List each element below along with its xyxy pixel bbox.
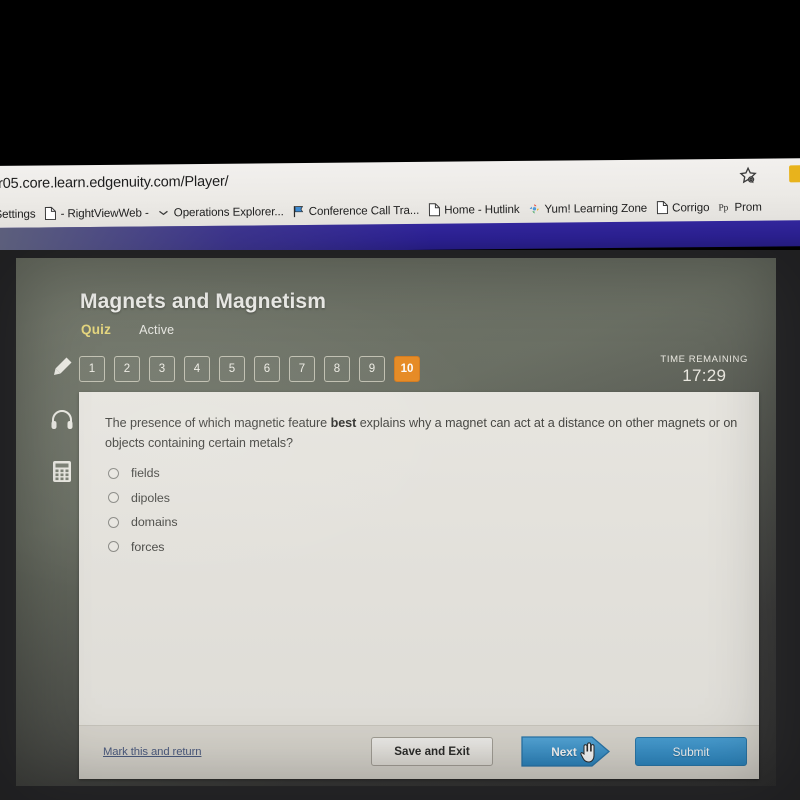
edgenuity-player: Magnets and Magnetism Quiz Active 1 2 3 …: [16, 258, 776, 786]
bookmark-home-hutlink[interactable]: Home - Hutlink: [428, 202, 520, 217]
page-icon: [44, 206, 57, 220]
answer-label: forces: [131, 539, 165, 554]
bookmark-label: Settings: [0, 207, 36, 221]
page-title: Magnets and Magnetism: [80, 290, 326, 313]
card-footer: Mark this and return Save and Exit Next …: [79, 725, 759, 779]
pp-icon: Pp: [718, 203, 728, 213]
bookmark-rightviewweb[interactable]: - RightViewWeb -: [44, 205, 149, 220]
answer-label: domains: [131, 515, 178, 529]
answer-choice-forces[interactable]: forces: [108, 540, 177, 554]
bookmark-label: Conference Call Tra...: [308, 203, 420, 218]
pager-item-7[interactable]: 7: [289, 356, 315, 382]
url-text: /r05.core.learn.edgenuity.com/Player/: [0, 173, 229, 192]
bookmark-label: Yum! Learning Zone: [544, 201, 648, 216]
question-emphasis: best: [330, 416, 357, 430]
mark-this-and-return-link[interactable]: Mark this and return: [103, 746, 202, 758]
answer-choice-fields[interactable]: fields: [108, 466, 177, 480]
bookmark-corrigo[interactable]: Corrigo: [656, 200, 710, 215]
answer-choice-domains[interactable]: domains: [108, 515, 178, 529]
bookmark-yum-learning-zone[interactable]: Yum! Learning Zone: [528, 201, 647, 216]
bookmark-prom[interactable]: Pp Prom: [718, 200, 761, 214]
bookmark-label: Corrigo: [672, 200, 710, 214]
answer-label: fields: [131, 466, 160, 480]
bookmark-label: Operations Explorer...: [173, 204, 284, 219]
pager-item-6[interactable]: 6: [254, 356, 280, 382]
activity-subheader: Quiz Active: [81, 322, 174, 337]
bookmark-settings[interactable]: Settings: [0, 207, 36, 220]
question-text-before: The presence of which magnetic feature: [105, 416, 331, 430]
highlighter-icon[interactable]: [49, 354, 75, 380]
bookmark-label: - RightViewWeb -: [60, 205, 149, 220]
pager-item-3[interactable]: 3: [149, 356, 175, 382]
chevron-icon: [159, 210, 169, 216]
question-text: The presence of which magnetic feature b…: [105, 414, 741, 454]
svg-text:Pp: Pp: [718, 203, 728, 213]
browser-chrome: /r05.core.learn.edgenuity.com/Player/ Se…: [0, 158, 800, 230]
submit-button[interactable]: Submit: [635, 737, 747, 766]
time-remaining-label: TIME REMAINING: [660, 354, 748, 365]
flag-icon: [294, 206, 304, 218]
headphones-icon[interactable]: [49, 406, 75, 432]
radio-icon[interactable]: [108, 516, 119, 528]
save-and-exit-button[interactable]: Save and Exit: [371, 737, 493, 766]
answer-choices: fields dipoles domains forces: [108, 466, 178, 554]
pager-item-8[interactable]: 8: [324, 356, 350, 382]
next-button[interactable]: Next: [521, 736, 621, 767]
pinwheel-icon: [529, 203, 540, 214]
pager-item-2[interactable]: 2: [114, 356, 140, 382]
activity-type-label: Quiz: [81, 322, 112, 337]
monitor-screen-area: Magnets and Magnetism Quiz Active 1 2 3 …: [0, 250, 800, 800]
answer-label: dipoles: [131, 490, 170, 505]
radio-icon[interactable]: [108, 541, 119, 552]
bookmark-label: Prom: [734, 200, 762, 214]
page-icon: [656, 201, 668, 215]
time-remaining: TIME REMAINING 17:29: [660, 354, 748, 386]
bookmark-label: Home - Hutlink: [444, 202, 520, 217]
time-remaining-value: 17:29: [682, 366, 727, 385]
pager-item-1[interactable]: 1: [79, 356, 105, 382]
extension-icon[interactable]: [789, 165, 800, 183]
pager-item-9[interactable]: 9: [359, 356, 385, 382]
question-card: The presence of which magnetic feature b…: [79, 392, 759, 779]
pager-item-5[interactable]: 5: [219, 356, 245, 382]
radio-icon[interactable]: [108, 467, 119, 479]
answer-choice-dipoles[interactable]: dipoles: [108, 491, 177, 505]
calculator-icon[interactable]: [49, 458, 75, 484]
bookmark-conference-call[interactable]: Conference Call Tra...: [293, 203, 420, 218]
status-badge: Active: [139, 323, 175, 337]
next-arrow-shape: [521, 736, 611, 767]
pager-item-10-current[interactable]: 10: [394, 356, 420, 382]
star-favorites-icon[interactable]: [738, 166, 758, 186]
bookmark-operations-explorer[interactable]: Operations Explorer...: [158, 204, 284, 219]
pager-item-4[interactable]: 4: [184, 356, 210, 382]
tool-rail: [42, 354, 82, 484]
photographed-screen: /r05.core.learn.edgenuity.com/Player/ Se…: [0, 0, 800, 800]
question-pager: 1 2 3 4 5 6 7 8 9 10: [79, 356, 420, 382]
page-icon: [428, 203, 440, 217]
radio-icon[interactable]: [108, 492, 119, 503]
